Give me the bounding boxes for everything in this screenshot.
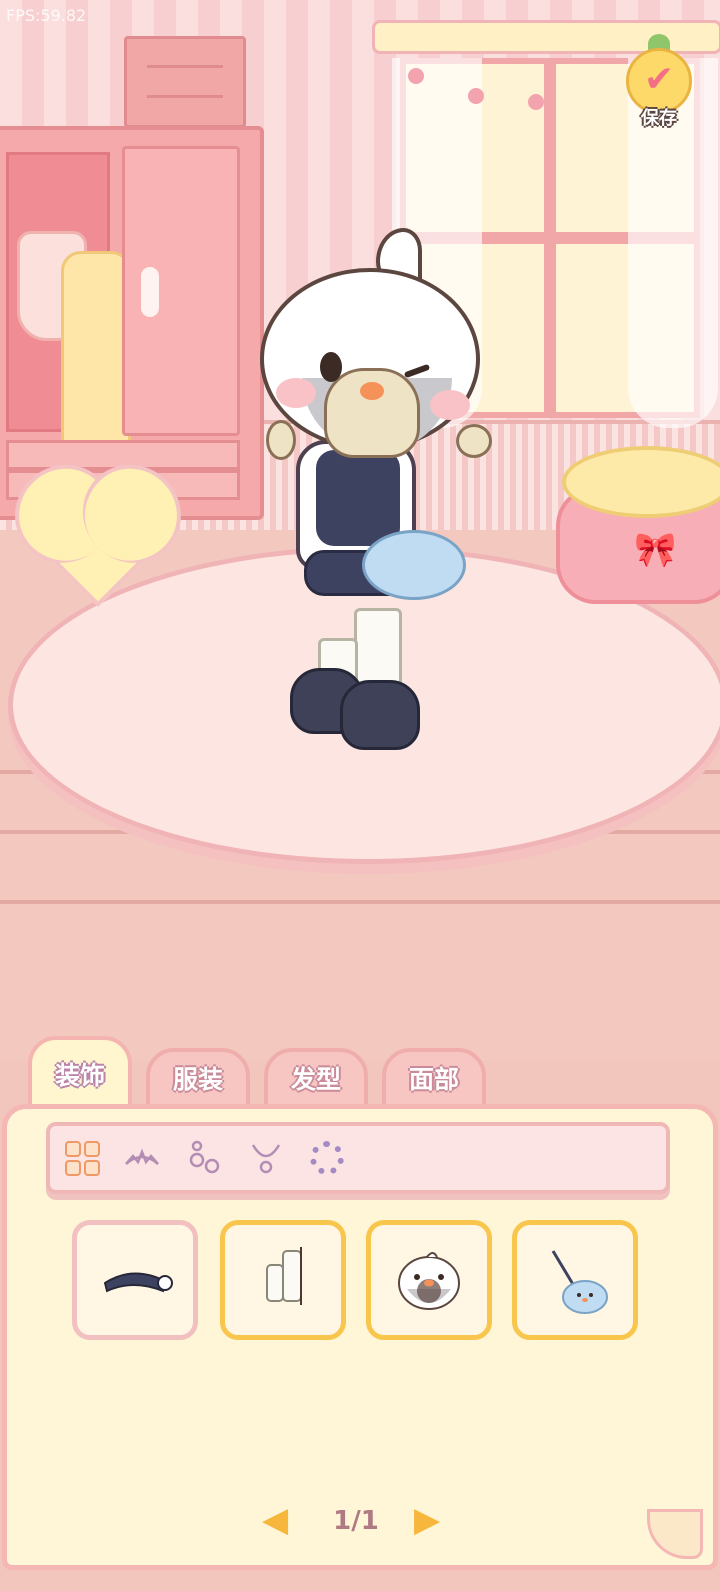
item-slot-bag[interactable] <box>512 1220 638 1340</box>
item-slot-mask[interactable] <box>366 1220 492 1340</box>
wardrobe-interior <box>6 152 131 571</box>
tab-label: 发型 <box>290 1065 341 1094</box>
bird-mask <box>260 268 480 458</box>
save-label: 保存 <box>641 108 677 129</box>
checkmark-icon: ✔ <box>644 59 675 100</box>
item-slot-hat[interactable] <box>72 1220 198 1340</box>
eye-right-wink <box>403 363 431 379</box>
ottoman-cushion <box>562 446 720 518</box>
bird-bag <box>362 530 466 600</box>
item-slot-socks[interactable] <box>220 1220 346 1340</box>
braid-left <box>266 420 296 460</box>
wardrobe <box>0 126 264 571</box>
earrings-icon[interactable] <box>184 1138 224 1178</box>
navy-vest <box>316 450 400 546</box>
garland-bead <box>528 94 544 110</box>
necklace-icon[interactable] <box>246 1138 286 1178</box>
fps-counter: FPS:59.82 <box>6 6 87 25</box>
page-indicator: 1/1 <box>333 1506 379 1536</box>
braid-right <box>456 424 492 458</box>
bird-bag-icon <box>551 1250 608 1314</box>
boot-right <box>340 680 420 750</box>
wardrobe-door <box>122 146 240 436</box>
floor-plank-line <box>0 900 720 904</box>
tab-label: 服装 <box>172 1065 223 1094</box>
tab-label: 面部 <box>408 1065 459 1094</box>
player-character[interactable] <box>246 228 506 758</box>
wreath-icon[interactable] <box>307 1138 347 1178</box>
tiara-icon[interactable] <box>122 1138 162 1178</box>
garland-bead <box>408 68 424 84</box>
all-grid-icon[interactable] <box>62 1138 102 1178</box>
eye-left <box>320 352 342 382</box>
blush-right <box>430 390 470 420</box>
blush-left <box>276 378 316 408</box>
garland-bead <box>468 88 484 104</box>
bird-mask-icon <box>398 1252 460 1310</box>
page-curl <box>647 1509 703 1559</box>
navy-hat-icon <box>103 1272 173 1293</box>
beak <box>360 382 384 400</box>
bow-icon: 🎀 <box>634 530 677 570</box>
storage-box <box>124 36 246 128</box>
white-socks-icon <box>266 1247 302 1305</box>
tab-label: 装饰 <box>54 1061 105 1090</box>
tab-decoration[interactable]: 装饰 <box>28 1036 132 1112</box>
tab-face[interactable]: 面部 <box>382 1048 486 1108</box>
door-handle <box>141 267 159 317</box>
save-button[interactable]: ✔ 保存 <box>620 28 698 129</box>
tab-clothing[interactable]: 服装 <box>146 1048 250 1108</box>
next-page-button[interactable]: ▶ <box>414 1500 440 1540</box>
tab-hairstyle[interactable]: 发型 <box>264 1048 368 1108</box>
previous-page-button[interactable]: ◀ <box>262 1500 288 1540</box>
dress-up-scene: 🎀 FPS:59.82 ✔ 保存 <box>0 0 720 1060</box>
